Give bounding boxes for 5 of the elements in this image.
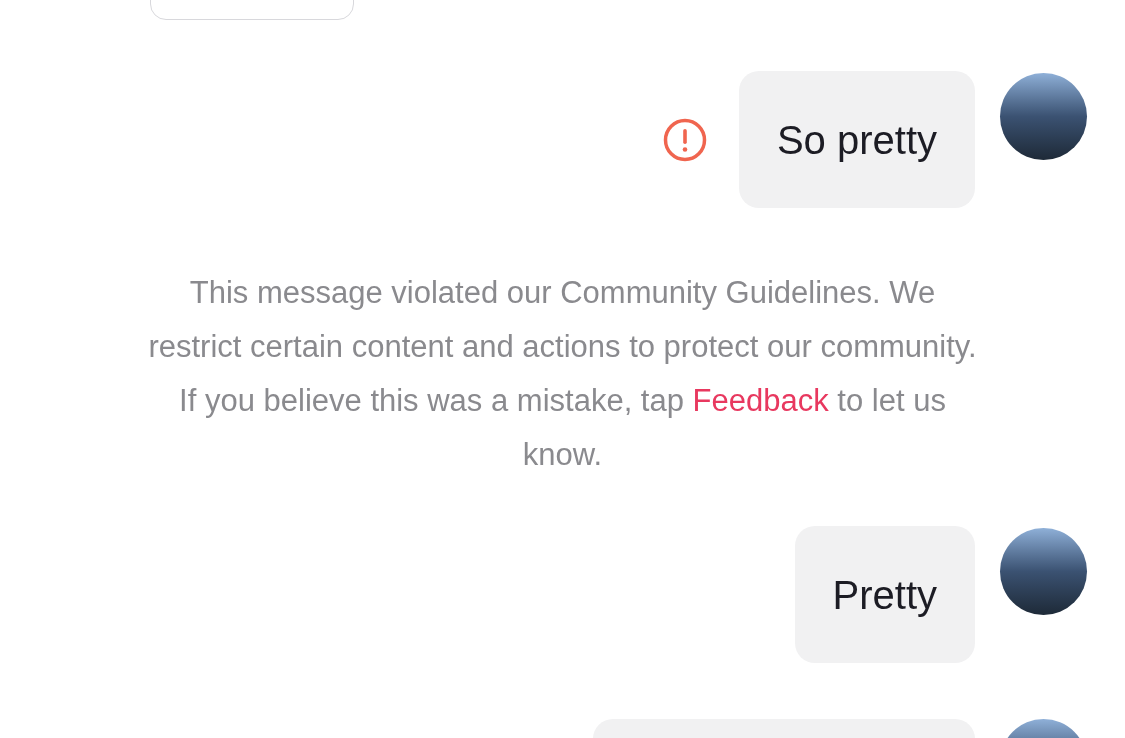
- error-icon[interactable]: [662, 117, 707, 162]
- feedback-link[interactable]: Feedback: [692, 383, 829, 418]
- message-bubble: So pretty: [738, 71, 975, 208]
- violation-notice: This message violated our Community Guidelines. We restrict certain content and actions to protect our community. If you believe this was a mistake, tap Feedback to let us know.: [147, 274, 978, 474]
- message-bubble: Pretty: [794, 526, 975, 663]
